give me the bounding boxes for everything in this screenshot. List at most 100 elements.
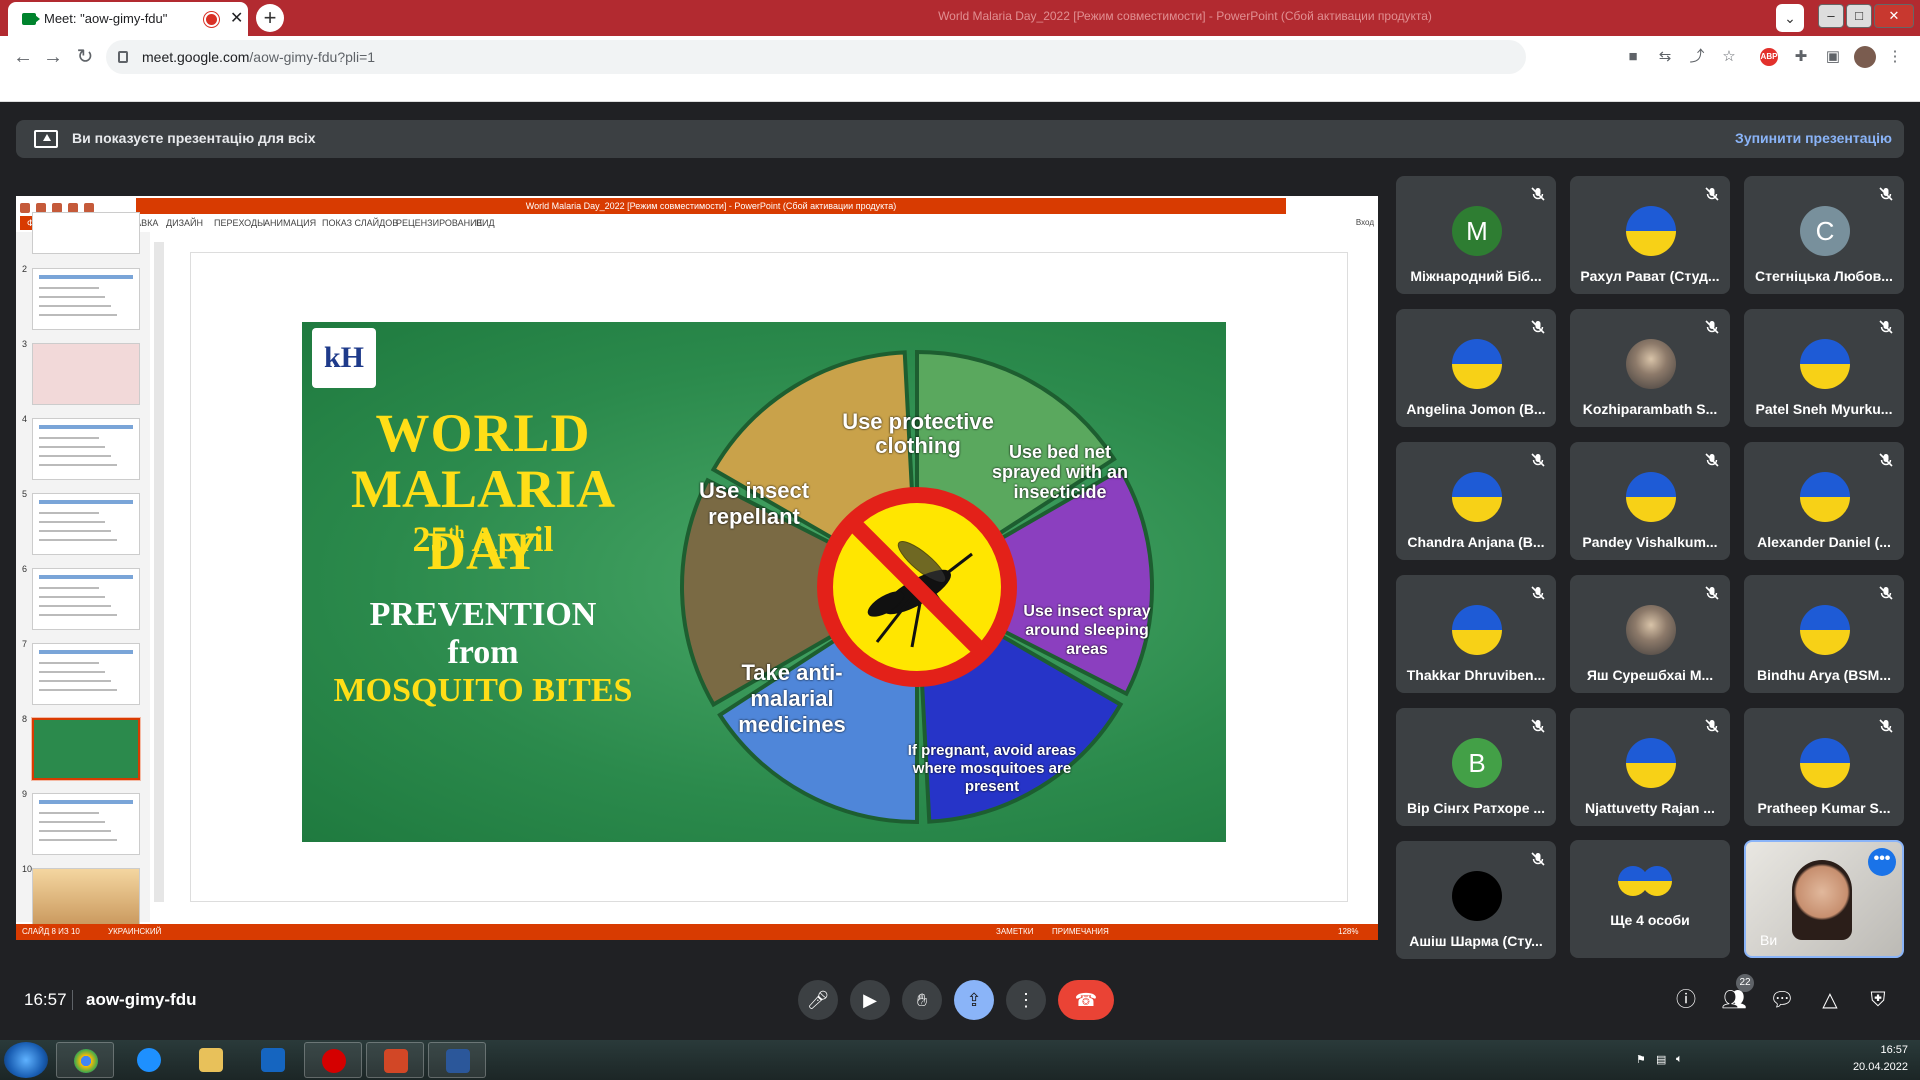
- meeting-details-info-icon[interactable]: ⓘ: [1672, 986, 1700, 1014]
- participant-avatar: [1452, 605, 1502, 655]
- taskbar-explorer[interactable]: [182, 1042, 240, 1078]
- stop-presenting-button[interactable]: Зупинити презентацію: [1735, 130, 1892, 146]
- participant-tile[interactable]: Ашіш Шарма (Сту...: [1396, 841, 1556, 959]
- menu-kebab-icon[interactable]: ⋮: [1884, 46, 1906, 68]
- address-bar[interactable]: meet.google.com/aow-gimy-fdu?pli=1: [106, 40, 1526, 74]
- extensions-puzzle-icon[interactable]: ✚: [1790, 46, 1812, 68]
- taskbar-opera[interactable]: [304, 1042, 362, 1078]
- slide-thumbnail-number: 3: [22, 339, 28, 349]
- ppt-ribbon-tabs: ФАЙЛГЛАВНАЯВСТАВКАДИЗАЙНПЕРЕХОДЫАНИМАЦИЯ…: [16, 216, 1378, 230]
- minimize-button[interactable]: –: [1818, 4, 1844, 28]
- participant-tile[interactable]: Chandra Anjana (B...: [1396, 442, 1556, 560]
- participant-tile[interactable]: B Bip Сінгх Ратхоре ...: [1396, 708, 1556, 826]
- slide-thumbnail[interactable]: [32, 418, 140, 480]
- muted-mic-icon: [1878, 718, 1894, 734]
- ribbon-tab[interactable]: РЕЦЕНЗИРОВАНИЕ: [396, 218, 483, 228]
- browser-tab-meet[interactable]: Meet: "aow-gimy-fdu" ✕: [8, 2, 248, 36]
- ribbon-tab[interactable]: ПЕРЕХОДЫ: [214, 218, 265, 228]
- ribbon-tab[interactable]: ДИЗАЙН: [166, 218, 203, 228]
- participant-name: Міжнародний Біб...: [1410, 268, 1542, 284]
- taskbar-media[interactable]: [244, 1042, 302, 1078]
- thumbnail-preview: [39, 314, 117, 316]
- self-name: Ви: [1760, 932, 1778, 948]
- tab-search-chevron-icon[interactable]: ⌄: [1776, 4, 1804, 32]
- slide-thumbnail[interactable]: [32, 643, 140, 705]
- back-button[interactable]: ←: [8, 42, 38, 72]
- present-screen-icon: [34, 130, 58, 148]
- share-icon[interactable]: ⤴: [1686, 46, 1708, 68]
- microphone-button[interactable]: 🎤︎: [798, 980, 838, 1020]
- participant-tile[interactable]: Pratheep Kumar S...: [1744, 708, 1904, 826]
- tray-volume-icon[interactable]: 🔈︎: [1676, 1053, 1690, 1067]
- ppt-logo-icon: [20, 203, 30, 213]
- tray-flag-icon[interactable]: ⚑: [1636, 1053, 1650, 1067]
- slide-thumbnails-pane: 2 3 4 5 6 7 8 9 10: [16, 212, 150, 930]
- participant-tile[interactable]: Patel Sneh Myurku...: [1744, 309, 1904, 427]
- taskbar-ie[interactable]: [120, 1042, 178, 1078]
- participant-tile[interactable]: C Стегніцька Любов...: [1744, 176, 1904, 294]
- participant-tile[interactable]: Bindhu Arya (BSM...: [1744, 575, 1904, 693]
- participant-tile[interactable]: Angelina Jomon (B...: [1396, 309, 1556, 427]
- maximize-button[interactable]: □: [1846, 4, 1872, 28]
- leave-call-button[interactable]: ☎︎: [1058, 980, 1114, 1020]
- slide-thumbnail[interactable]: [32, 493, 140, 555]
- slide-thumbnail[interactable]: [32, 568, 140, 630]
- participant-tile[interactable]: Pandey Vishalkum...: [1570, 442, 1730, 560]
- tab-close-button[interactable]: ✕: [230, 8, 243, 28]
- forward-button[interactable]: →: [38, 42, 68, 72]
- participant-tile[interactable]: Яш Сурешбхаі М...: [1570, 575, 1730, 693]
- slide-thumbnail[interactable]: [32, 793, 140, 855]
- chat-icon[interactable]: 💬︎: [1768, 986, 1796, 1014]
- taskbar-chrome[interactable]: [56, 1042, 114, 1078]
- tray-network-icon[interactable]: ▤: [1656, 1053, 1670, 1067]
- slide-thumbnail[interactable]: [32, 718, 140, 780]
- ribbon-tab[interactable]: ВИД: [476, 218, 495, 228]
- tray-clock[interactable]: 16:57 20.04.2022: [1798, 1042, 1908, 1076]
- more-options-button[interactable]: •••: [1868, 848, 1896, 876]
- muted-mic-icon: [1704, 319, 1720, 335]
- thumbnail-preview: [39, 437, 99, 439]
- side-panel-icon[interactable]: ▣: [1822, 46, 1844, 68]
- participant-tile[interactable]: Kozhiparambath S...: [1570, 309, 1730, 427]
- adblock-icon[interactable]: ABP: [1760, 48, 1778, 66]
- thumbnail-preview: [39, 587, 99, 589]
- start-button[interactable]: [4, 1042, 48, 1078]
- date-suffix: th: [448, 522, 465, 542]
- raise-hand-button[interactable]: ✋︎: [902, 980, 942, 1020]
- participant-avatar: [1626, 339, 1676, 389]
- participant-name: Яш Сурешбхаі М...: [1586, 667, 1714, 683]
- present-now-button[interactable]: ⇪: [954, 980, 994, 1020]
- play-icon: [261, 1048, 285, 1072]
- close-window-button[interactable]: ✕: [1874, 4, 1914, 28]
- slide-thumbnail[interactable]: [32, 343, 140, 405]
- slide-thumbnail[interactable]: [32, 268, 140, 330]
- chrome-icon: [74, 1049, 98, 1073]
- camera-in-use-icon[interactable]: ■: [1622, 46, 1644, 68]
- host-controls-shield-icon[interactable]: ⛨: [1864, 986, 1892, 1014]
- reload-button[interactable]: ↻: [70, 42, 100, 72]
- participant-tile[interactable]: Alexander Daniel (...: [1744, 442, 1904, 560]
- participant-tile[interactable]: M Міжнародний Біб...: [1396, 176, 1556, 294]
- slide-thumbnail[interactable]: [32, 868, 140, 930]
- others-tile[interactable]: Ще 4 особи: [1570, 840, 1730, 958]
- more-options-kebab-icon[interactable]: ⋮: [1006, 980, 1046, 1020]
- ribbon-tab[interactable]: ПОКАЗ СЛАЙДОВ: [322, 218, 398, 228]
- taskbar-word[interactable]: [428, 1042, 486, 1078]
- bookmark-star-icon[interactable]: ☆: [1718, 46, 1740, 68]
- participant-tile[interactable]: Thakkar Dhruviben...: [1396, 575, 1556, 693]
- participant-name: Alexander Daniel (...: [1757, 534, 1891, 550]
- profile-avatar[interactable]: [1854, 46, 1876, 68]
- slide-thumbnail[interactable]: [32, 212, 140, 254]
- participant-name: Patel Sneh Myurku...: [1755, 401, 1893, 417]
- ribbon-tab[interactable]: АНИМАЦИЯ: [264, 218, 316, 228]
- self-video: [1792, 860, 1852, 940]
- new-tab-button[interactable]: +: [256, 4, 284, 32]
- activities-icon[interactable]: △: [1816, 986, 1844, 1014]
- participant-tile[interactable]: Njattuvetty Rajan ...: [1570, 708, 1730, 826]
- self-video-tile[interactable]: ••• Ви: [1744, 840, 1904, 958]
- camera-button[interactable]: ▶: [850, 980, 890, 1020]
- taskbar-powerpoint[interactable]: [366, 1042, 424, 1078]
- participant-tile[interactable]: Рахул Рават (Студ...: [1570, 176, 1730, 294]
- muted-mic-icon: [1704, 186, 1720, 202]
- translate-icon[interactable]: ⇆: [1654, 46, 1676, 68]
